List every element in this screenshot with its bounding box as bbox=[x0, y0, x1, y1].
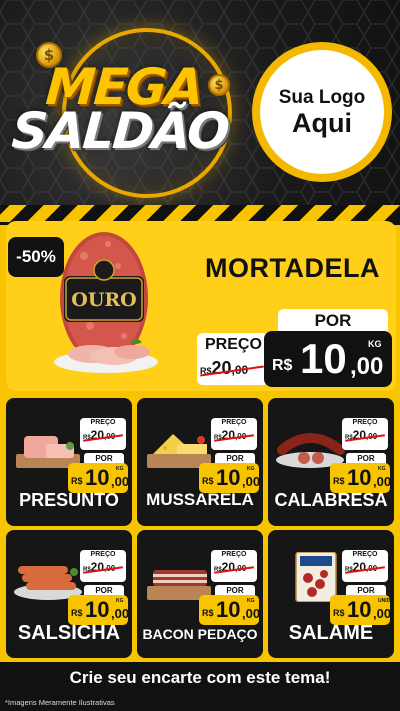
new-price: R$ 10 ,00 KG bbox=[264, 331, 392, 387]
product-card-calabresa: PREÇOR$20,00PORR$10,00KGCALABRESA bbox=[268, 398, 394, 526]
logo-text-line1: Sua Logo bbox=[278, 87, 366, 108]
currency-label: R$ bbox=[202, 476, 214, 486]
currency-label: R$ bbox=[333, 608, 345, 618]
coin-icon: $ bbox=[208, 74, 230, 96]
old-price-label: PREÇO bbox=[221, 551, 247, 558]
product-name: MUSSARELA bbox=[146, 490, 254, 509]
unit-label: KG bbox=[247, 466, 255, 472]
price-cents: ,00 bbox=[242, 606, 261, 621]
old-price-label: PREÇO bbox=[205, 336, 262, 353]
price-integer: 10 bbox=[85, 597, 110, 622]
product-card-salsicha: PREÇOR$20,00PORR$10,00KGSALSICHA bbox=[6, 530, 132, 658]
old-price-box: PREÇOR$20,00 bbox=[211, 550, 257, 582]
unit-label: KG bbox=[116, 466, 124, 472]
product-card-presunto: PREÇOR$20,00PORR$10,00KGPRESUNTO bbox=[6, 398, 132, 526]
currency-label: R$ bbox=[333, 476, 345, 486]
old-price-label: PREÇO bbox=[90, 551, 116, 558]
disclaimer: *Imagens Meramente Ilustrativas bbox=[5, 698, 115, 707]
new-price: R$ 10,00 UNID bbox=[330, 595, 392, 625]
title-saldao: SALDÃO bbox=[9, 102, 230, 160]
old-price-label: PREÇO bbox=[90, 419, 116, 426]
unit-label: KG bbox=[378, 466, 386, 472]
price-cents: ,00 bbox=[350, 353, 384, 380]
old-price-label: PREÇO bbox=[221, 419, 247, 426]
product-card-salame: PREÇOR$20,00PORR$10,00UNIDSALAME bbox=[268, 530, 394, 658]
old-price-box: PREÇOR$20,00 bbox=[342, 550, 388, 582]
currency-label: R$ bbox=[71, 476, 83, 486]
product-name: SALAME bbox=[288, 622, 374, 644]
price-integer: 10 bbox=[300, 335, 347, 382]
brand-label: OURO bbox=[71, 289, 136, 311]
header-banner: $ $ MEGA SALDÃO Sua Logo Aqui bbox=[0, 0, 400, 205]
price-integer: 10 bbox=[85, 465, 110, 490]
price-cents: ,00 bbox=[111, 474, 130, 489]
old-price-box: PREÇOR$20,00 bbox=[80, 550, 126, 582]
product-name: PRESUNTO bbox=[19, 490, 119, 510]
discount-badge: -50% bbox=[8, 237, 64, 277]
featured-product-name: MORTADELA bbox=[205, 253, 380, 283]
logo-text-line2: Aqui bbox=[292, 108, 352, 138]
new-price: R$ 10,00 KG bbox=[199, 463, 261, 493]
new-price: R$ 10,00 KG bbox=[330, 463, 392, 493]
product-name: SALSICHA bbox=[17, 622, 121, 644]
price-integer: 10 bbox=[216, 597, 241, 622]
price-integer: 10 bbox=[347, 597, 372, 622]
price-cents: ,00 bbox=[111, 606, 130, 621]
unit-label: KG bbox=[116, 598, 124, 604]
new-price: R$ 10,00 KG bbox=[68, 595, 130, 625]
logo-placeholder: Sua Logo Aqui bbox=[252, 42, 392, 182]
old-price-label: PREÇO bbox=[352, 551, 378, 558]
logo-circle: Sua Logo Aqui bbox=[260, 50, 384, 174]
unit-label: UNID bbox=[378, 598, 391, 604]
footer-cta: Crie seu encarte com este tema! bbox=[69, 668, 331, 687]
sliced-mortadela-plate bbox=[54, 339, 158, 373]
price-cents: ,00 bbox=[242, 474, 261, 489]
price-cents: ,00 bbox=[373, 474, 392, 489]
product-card-bacon-pedaco: PREÇOR$20,00PORR$10,00KGBACON PEDAÇO bbox=[137, 530, 263, 658]
product-name: BACON PEDAÇO bbox=[142, 626, 258, 642]
old-price-box: PREÇOR$20,00 bbox=[211, 418, 257, 450]
product-card-mussarela: PREÇOR$20,00PORR$10,00KGMUSSARELA bbox=[137, 398, 263, 526]
old-price-box: PREÇOR$20,00 bbox=[342, 418, 388, 450]
price-integer: 10 bbox=[216, 465, 241, 490]
old-price-box: PREÇOR$20,00 bbox=[80, 418, 126, 450]
unit-label: KG bbox=[368, 339, 382, 349]
old-price-label: PREÇO bbox=[352, 419, 378, 426]
new-price: R$ 10,00 KG bbox=[68, 463, 130, 493]
unit-label: KG bbox=[247, 598, 255, 604]
price-integer: 10 bbox=[347, 465, 372, 490]
new-price: R$ 10,00 KG bbox=[199, 595, 261, 625]
price-cents: ,00 bbox=[373, 606, 392, 621]
currency-label: R$ bbox=[272, 357, 293, 374]
currency-label: R$ bbox=[202, 608, 214, 618]
currency-label: R$ bbox=[71, 608, 83, 618]
new-price-label: POR bbox=[278, 309, 388, 333]
product-name: CALABRESA bbox=[274, 490, 388, 510]
